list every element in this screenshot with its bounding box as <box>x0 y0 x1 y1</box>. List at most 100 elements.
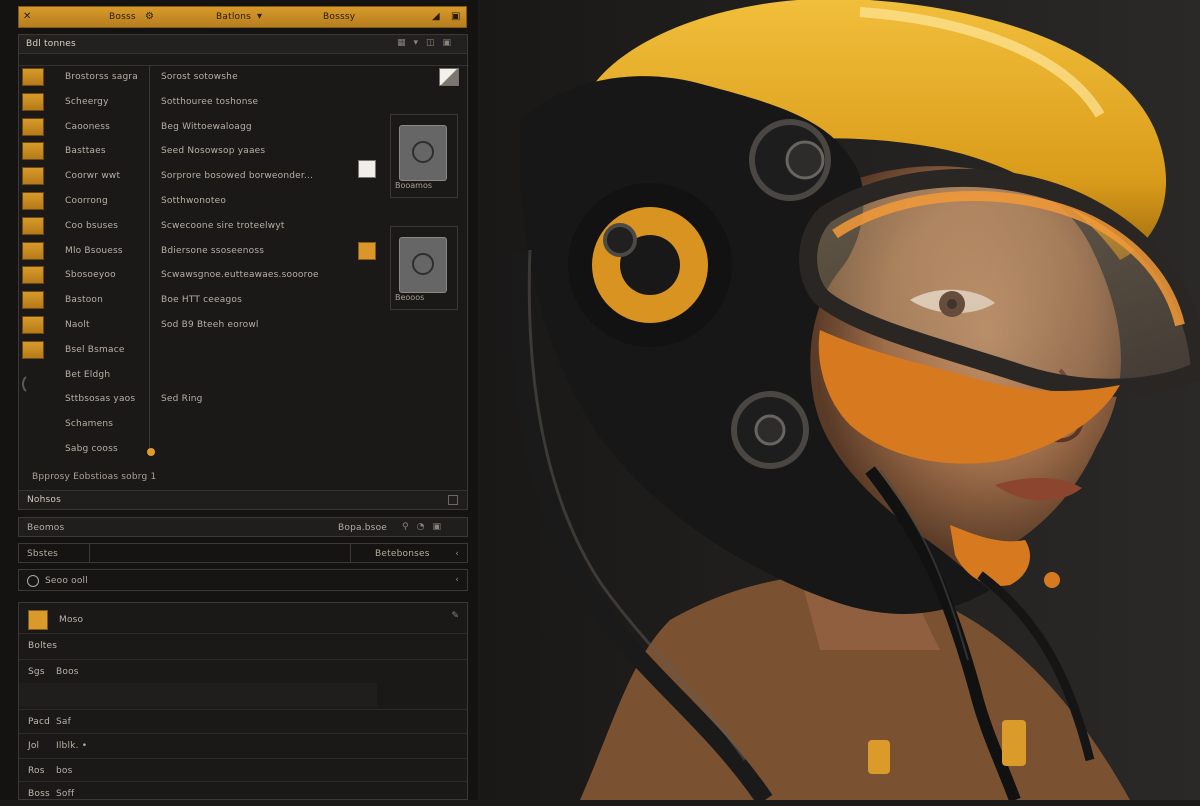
list-item[interactable]: Schamens <box>19 413 469 435</box>
property-key: Pacd <box>28 717 50 727</box>
row-name: Basttaes <box>65 146 106 157</box>
app-panel: ✕ Bosss ⚙ Batlons ▾ Bosssy ◢ ▣ Bdl tonne… <box>0 0 478 800</box>
logo-label: Moso <box>59 615 84 625</box>
property-field[interactable] <box>19 683 377 707</box>
chevron-down-icon[interactable]: ▾ <box>257 11 262 22</box>
property-row[interactable]: Ros bos <box>19 758 467 783</box>
list-item[interactable]: Brostorss sagra Sorost sotowshe <box>19 66 469 88</box>
top-toolbar: ✕ Bosss ⚙ Batlons ▾ Bosssy ◢ ▣ <box>18 6 467 28</box>
row-description: Sorprore bosowed borweonder... <box>161 171 314 182</box>
corner-icon[interactable] <box>439 68 459 86</box>
preview-image-icon <box>399 237 447 293</box>
thumbnail-icon <box>22 216 44 235</box>
row-description: Beg Wittoewaloagg <box>161 121 252 132</box>
square-icon[interactable] <box>448 495 458 505</box>
property-row[interactable]: Pacd Saf <box>19 709 467 734</box>
artwork <box>480 0 1200 800</box>
row-name: Sabg cooss <box>65 444 118 454</box>
settings-icon[interactable]: ⚙ <box>145 11 154 22</box>
row-description: Sorost sotowshe <box>161 72 238 82</box>
edit-icon[interactable]: ✎ <box>451 611 459 621</box>
property-row[interactable]: Boltes <box>19 633 467 658</box>
property-key: Ros <box>28 766 45 776</box>
property-key: Boss <box>28 789 50 799</box>
row-name: Coorwr wwt <box>65 171 121 182</box>
main-panel-title: Bdl tonnes <box>26 39 76 49</box>
row-description: Sed Ring <box>161 394 203 405</box>
row-name: Caooness <box>65 121 111 132</box>
row-name: Bastoon <box>65 295 104 306</box>
row-name: Coorrong <box>65 196 108 206</box>
logo-icon <box>28 610 48 630</box>
footer-status: Bpprosy Eobstioas sobrg 1 <box>32 472 157 482</box>
chevron-left-icon[interactable]: ‹ <box>455 575 459 585</box>
sub-toolbar-3-left[interactable]: Seoo ooll <box>45 576 88 586</box>
thumbnail-icon <box>22 167 44 186</box>
sub-toolbar-2-left[interactable]: Sbstes <box>27 549 58 559</box>
thumbnail-icon <box>22 68 44 86</box>
property-value: bos <box>56 766 73 776</box>
row-name: Schamens <box>65 419 114 430</box>
list-item[interactable]: Sttbsosas yaos Sed Ring <box>19 388 469 410</box>
thumbnail-icon <box>22 266 44 285</box>
thumbnail-icon <box>22 92 44 111</box>
row-description: Scwecoone sire troteelwyt <box>161 220 285 231</box>
helmet-portrait-illustration <box>480 0 1200 800</box>
sub-toolbar-1-mid[interactable]: Bopa.bsoe <box>338 523 387 533</box>
row-name: Sttbsosas yaos <box>65 394 136 405</box>
row-name: Mlo Bsouess <box>65 245 123 256</box>
loading-icon <box>22 373 44 395</box>
row-name: Bet Eldgh <box>65 369 111 380</box>
toolbar-item-1[interactable]: Bosss <box>109 12 136 22</box>
row-name: Brostorss sagra <box>65 72 138 82</box>
sub-toolbar-2: Sbstes Betebonses ‹ <box>18 543 468 563</box>
checkbox-orange[interactable] <box>358 242 376 260</box>
slider-knob[interactable] <box>147 448 155 456</box>
column-divider <box>149 65 150 455</box>
properties-panel: Moso ✎ Boltes Sgs Boos Pacd Saf Jol Ilblk. • Ro… <box>18 602 468 800</box>
list-item[interactable]: Naolt Sod B9 Bteeh eorowl <box>19 314 469 336</box>
preview-caption: Booamos <box>395 181 433 190</box>
sub-toolbar-1-left[interactable]: Beomos <box>27 523 64 533</box>
sub-toolbar-2-mid[interactable]: Betebonses <box>375 549 430 559</box>
property-row[interactable]: Jol Ilblk. • <box>19 733 467 758</box>
row-name: Sbosoeyoo <box>65 270 116 281</box>
main-panel-header: Bdl tonnes ▦▾◫▣ <box>19 35 467 54</box>
search-icon[interactable] <box>27 575 39 587</box>
empty-field[interactable] <box>89 544 351 562</box>
thumbnail-icon <box>22 316 44 334</box>
toolbar-item-2[interactable]: Batlons <box>216 12 251 22</box>
close-icon[interactable]: ✕ <box>23 11 31 22</box>
sub-toolbar-1: Beomos Bopa.bsoe ⚲◔▣ <box>18 517 468 537</box>
property-key: Boltes <box>28 641 58 651</box>
property-value: Boos <box>56 667 79 677</box>
toolbar-item-3[interactable]: Bosssy <box>323 12 355 22</box>
panel-controls[interactable]: ▦▾◫▣ <box>397 38 459 48</box>
property-value: Soff <box>56 789 75 799</box>
row-description: Bdiersone ssoseenoss <box>161 245 265 256</box>
copy-icon[interactable]: ▣ <box>451 11 460 22</box>
preview-card[interactable]: Beooos <box>390 226 458 310</box>
preview-card[interactable]: Booamos <box>390 114 458 198</box>
list-item[interactable]: Bet Eldgh <box>19 364 469 386</box>
property-key: Jol <box>28 741 40 751</box>
pin-icon[interactable]: ◢ <box>432 11 440 22</box>
list-item[interactable]: Bsel Bsmace <box>19 339 469 361</box>
toolbar-icons[interactable]: ⚲◔▣ <box>402 522 449 532</box>
row-description: Sod B9 Bteeh eorowl <box>161 320 259 330</box>
thumbnail-icon <box>22 241 44 260</box>
row-name: Coo bsuses <box>65 220 119 231</box>
property-row[interactable]: Boss Soff <box>19 781 467 806</box>
thumbnail-icon <box>22 291 44 310</box>
row-description: Sotthouree toshonse <box>161 96 259 107</box>
property-row[interactable]: Sgs Boos <box>19 659 467 684</box>
row-description: Seed Nosowsop yaaes <box>161 146 266 157</box>
bottom-label: Nohsos <box>27 495 62 505</box>
checkbox-white[interactable] <box>358 160 376 178</box>
thumbnail-icon <box>22 142 44 161</box>
thumbnail-icon <box>22 117 44 136</box>
list-item[interactable]: Sabg cooss <box>19 438 469 460</box>
list-item[interactable]: Scheergy Sotthouree toshonse <box>19 91 469 113</box>
row-description: Sotthwonoteo <box>161 196 227 206</box>
chevron-right-icon[interactable]: ‹ <box>455 549 459 559</box>
